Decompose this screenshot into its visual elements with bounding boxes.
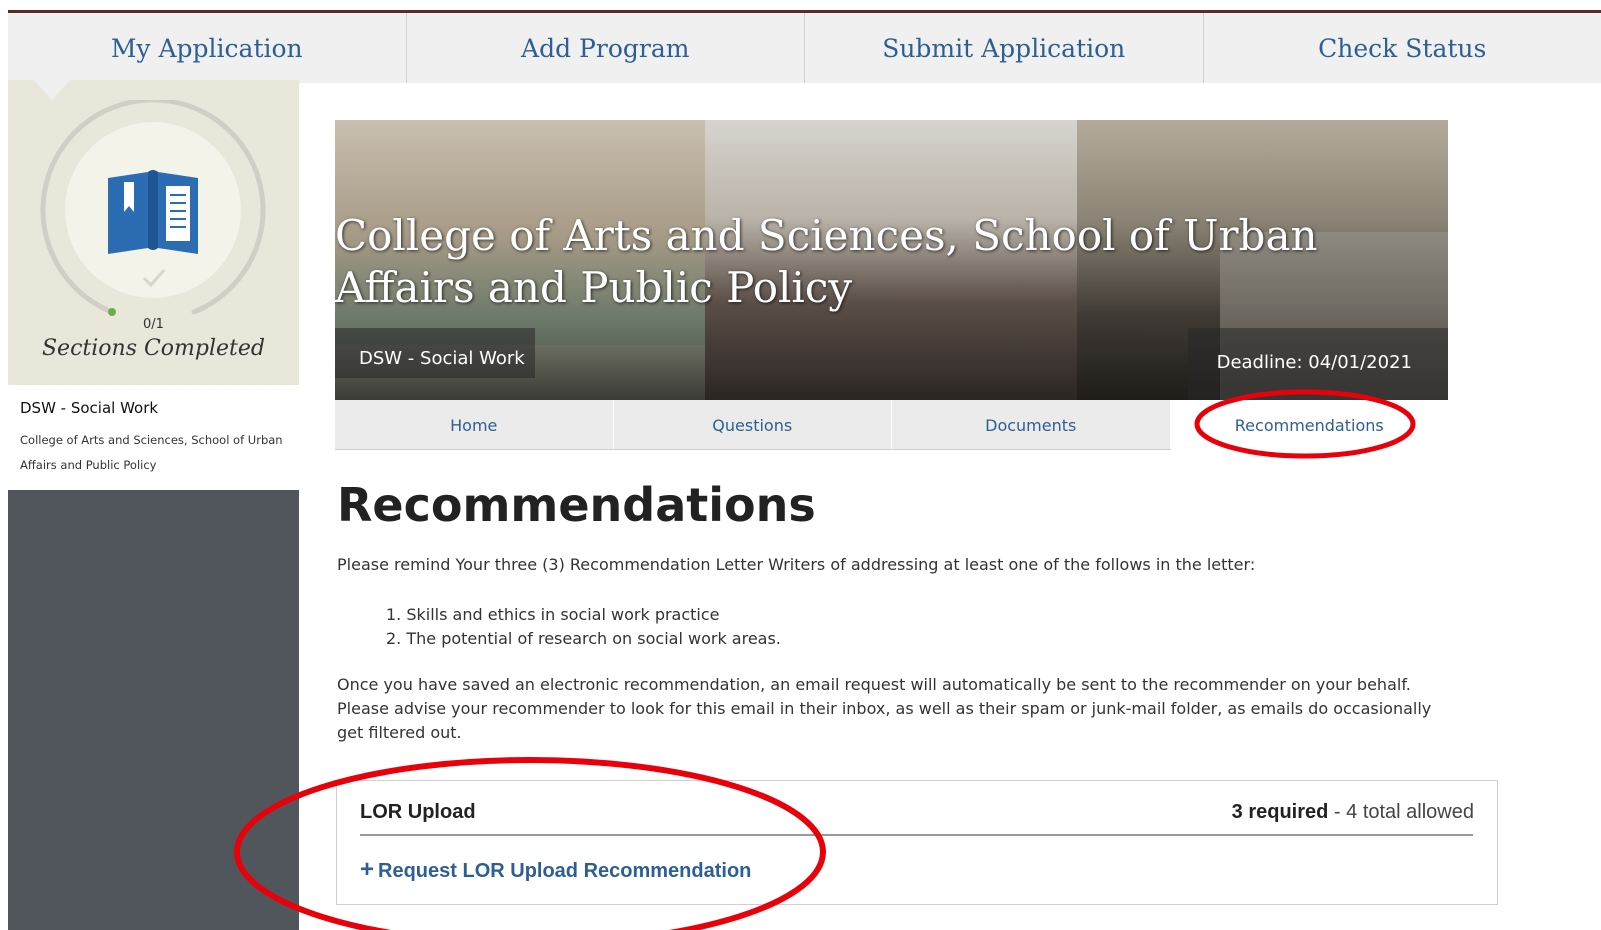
tab-documents[interactable]: Documents xyxy=(892,400,1171,450)
tab-home[interactable]: Home xyxy=(335,400,614,450)
divider xyxy=(360,834,1473,836)
banner-deadline: Deadline: 04/01/2021 xyxy=(1216,352,1412,373)
request-lor-link[interactable]: + Request LOR Upload Recommendation xyxy=(360,856,751,884)
tab-check-status[interactable]: Check Status xyxy=(1204,13,1601,83)
tab-submit-application[interactable]: Submit Application xyxy=(805,13,1204,83)
sidebar: 0/1 Sections Completed DSW - Social Work… xyxy=(8,80,299,930)
plus-icon: + xyxy=(360,856,375,883)
lor-count: 3 required - 4 total allowed xyxy=(1232,801,1474,824)
tab-questions[interactable]: Questions xyxy=(613,400,892,450)
banner-title: College of Arts and Sciences, School of … xyxy=(335,211,1318,312)
sidebar-program-title: DSW - Social Work xyxy=(20,399,159,417)
top-navigation: My Application Add Program Submit Applic… xyxy=(8,10,1601,83)
instructions-text: Please remind Your three (3) Recommendat… xyxy=(337,555,1256,574)
requirements-list: 1. Skills and ethics in social work prac… xyxy=(386,603,781,651)
lor-upload-title: LOR Upload xyxy=(360,801,476,823)
book-icon xyxy=(108,170,198,254)
lor-allowed-count: - 4 total allowed xyxy=(1328,801,1474,823)
tabs-divider xyxy=(335,449,1171,450)
tab-add-program[interactable]: Add Program xyxy=(407,13,805,83)
email-info-text: Once you have saved an electronic recomm… xyxy=(337,675,1432,742)
program-tabs: Home Questions Documents Recommendations xyxy=(335,400,1448,450)
nav-pointer xyxy=(34,80,70,100)
progress-count: 0/1 xyxy=(143,317,164,332)
lor-upload-panel: LOR Upload 3 required - 4 total allowed … xyxy=(336,780,1498,905)
sections-completed-label: Sections Completed xyxy=(41,336,265,361)
sidebar-program-card[interactable]: DSW - Social Work College of Arts and Sc… xyxy=(8,385,299,490)
program-banner: College of Arts and Sciences, School of … xyxy=(335,120,1448,400)
page-title: Recommendations xyxy=(337,478,816,532)
sidebar-program-college: College of Arts and Sciences, School of … xyxy=(20,433,283,472)
banner-program-label: DSW - Social Work xyxy=(359,348,525,369)
tab-my-application[interactable]: My Application xyxy=(8,13,407,83)
progress-panel: 0/1 Sections Completed xyxy=(8,80,299,385)
lor-required-count: 3 required xyxy=(1231,801,1329,823)
list-item: 2. The potential of research on social w… xyxy=(386,629,781,648)
tab-recommendations[interactable]: Recommendations xyxy=(1170,400,1448,450)
list-item: 1. Skills and ethics in social work prac… xyxy=(386,605,720,624)
progress-ring xyxy=(40,100,266,316)
request-lor-label: Request LOR Upload Recommendation xyxy=(378,860,752,882)
